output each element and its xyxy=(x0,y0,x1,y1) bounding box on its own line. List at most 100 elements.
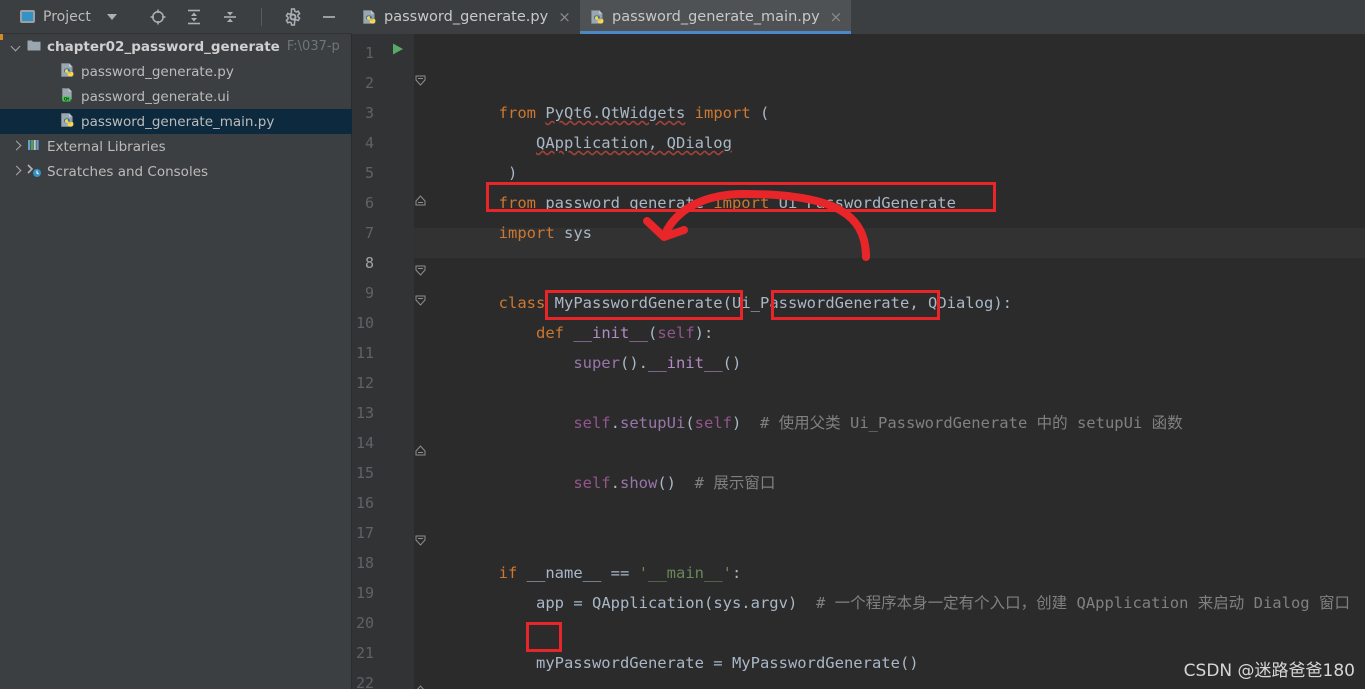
line-number-16: 16 xyxy=(355,494,374,512)
code-line-19: app = QApplication(sys.argv) # 一个程序本身一定有… xyxy=(535,594,1350,612)
tree-item-2[interactable]: Qt password_generate.ui xyxy=(0,84,352,109)
line-number-18: 18 xyxy=(355,554,374,572)
line-number-5: 5 xyxy=(364,164,374,182)
locate-target-icon[interactable] xyxy=(149,8,167,26)
project-panel-toolbar: Project xyxy=(0,0,352,34)
python-file-icon xyxy=(60,62,81,82)
token-setupui-call: setupUi xyxy=(619,414,686,432)
line-number-3: 3 xyxy=(364,104,374,122)
tree-item-label: chapter02_password_generate xyxy=(47,38,280,55)
chevron-right-icon[interactable] xyxy=(12,142,21,151)
code-editor[interactable]: from PyQt6.QtWidgets import ( QApplicati… xyxy=(393,34,1365,689)
editor-gutter[interactable]: 123456789101112131415161718192021222324 xyxy=(352,34,414,689)
code-line-21: myPasswordGenerate = MyPasswordGenerate(… xyxy=(535,654,919,672)
scratches-icon xyxy=(26,162,47,182)
code-line-4: ) xyxy=(414,128,1365,182)
line-number-8: 8 xyxy=(364,254,374,272)
folder-icon xyxy=(26,37,47,57)
pycharm-window: Project chapter02_password_generate F:\0… xyxy=(0,0,1365,689)
fold-marker-line2[interactable] xyxy=(415,75,426,86)
code-line-6: import sys xyxy=(414,188,1365,242)
fold-marker-line23[interactable] xyxy=(415,685,426,689)
fold-marker-line18[interactable] xyxy=(415,535,426,546)
watermark: CSDN @迷路爸爸180 xyxy=(1183,661,1355,681)
line-number-2: 2 xyxy=(364,74,374,92)
line-number-9: 9 xyxy=(364,284,374,302)
chevron-down-icon[interactable] xyxy=(12,42,21,51)
code-line-15: self.show() # 展示窗口 xyxy=(573,474,776,492)
editor-tab-0[interactable]: password_generate.py × xyxy=(352,0,580,34)
tree-item-4[interactable]: External Libraries xyxy=(0,134,352,159)
comment-show: # 展示窗口 xyxy=(694,474,776,492)
line-number-4: 4 xyxy=(364,134,374,152)
fold-marker-line9[interactable] xyxy=(415,265,426,276)
code-line-2: from PyQt6.QtWidgets import ( xyxy=(414,68,1365,122)
tree-item-label: External Libraries xyxy=(47,138,166,155)
project-tree[interactable]: chapter02_password_generate F:\037-p passw… xyxy=(0,34,352,184)
qt-ui-file-icon: Qt xyxy=(60,87,81,107)
editor-tab-bar: password_generate.py × password_generate_m… xyxy=(352,0,1365,34)
line-number-17: 17 xyxy=(355,524,374,542)
chevron-down-icon[interactable] xyxy=(106,13,117,20)
token-show-call: show xyxy=(619,474,658,492)
tree-item-path: F:\037-p xyxy=(286,39,340,54)
libraries-icon xyxy=(26,137,47,157)
editor-tab-1[interactable]: password_generate_main.py × xyxy=(580,0,852,34)
token-mypasswordgenerate-var: myPasswordGenerate xyxy=(535,654,704,672)
line-number-19: 19 xyxy=(355,584,374,602)
token-self-13: self xyxy=(573,414,611,432)
line-number-13: 13 xyxy=(355,404,374,422)
tree-item-label: password_generate.ui xyxy=(81,88,230,105)
project-panel-label: Project xyxy=(43,8,91,25)
chevron-right-icon[interactable] xyxy=(12,167,21,176)
fold-marker-line15[interactable] xyxy=(415,445,426,456)
token-app-var: app xyxy=(535,594,564,612)
tree-item-5[interactable]: Scratches and Consoles xyxy=(0,159,352,184)
comment-entrypoint: # 一个程序本身一定有个入口，创建 QApplication 来启动 Dialo… xyxy=(815,594,1350,612)
settings-gear-icon[interactable] xyxy=(284,7,302,26)
token-self-arg-13: self xyxy=(694,414,732,432)
python-file-icon xyxy=(590,9,606,25)
token-module-sys: sys xyxy=(564,224,592,242)
line-number-7: 7 xyxy=(364,224,374,242)
code-line-5: from password_generate import Ui_Passwor… xyxy=(414,158,1365,212)
code-line-10: def __init__(self): xyxy=(535,324,714,342)
minimize-icon[interactable] xyxy=(320,8,338,26)
code-line-18: if __name__ == '__main__': xyxy=(498,564,742,582)
tree-item-label: password_generate_main.py xyxy=(81,113,275,130)
line-number-21: 21 xyxy=(355,644,374,662)
line-number-10: 10 xyxy=(355,314,374,332)
line-number-12: 12 xyxy=(355,374,374,392)
comment-setupui: # 使用父类 Ui_PasswordGenerate 中的 setupUi 函数 xyxy=(760,414,1183,432)
svg-text:Qt: Qt xyxy=(64,96,70,101)
line-number-14: 14 xyxy=(355,434,374,452)
line-number-6: 6 xyxy=(364,194,374,212)
token-super-call: super xyxy=(573,354,620,372)
run-configuration-icon[interactable] xyxy=(392,43,404,55)
code-line-9: class MyPasswordGenerate(Ui_PasswordGene… xyxy=(498,294,1012,312)
expand-all-icon[interactable] xyxy=(185,8,203,26)
tree-item-3[interactable]: password_generate_main.py xyxy=(0,109,352,134)
line-number-20: 20 xyxy=(355,614,374,632)
project-title-button[interactable]: Project xyxy=(20,9,117,25)
fold-marker-line6[interactable] xyxy=(415,195,426,206)
tree-item-label: Scratches and Consoles xyxy=(47,163,209,180)
code-line-11: super().__init__() xyxy=(573,354,742,372)
token-init-call: __init__ xyxy=(647,354,723,372)
tree-item-0[interactable]: chapter02_password_generate F:\037-p xyxy=(0,34,352,59)
tree-item-label: password_generate.py xyxy=(81,63,234,80)
tree-item-1[interactable]: password_generate.py xyxy=(0,59,352,84)
editor-tab-label: password_generate.py xyxy=(384,9,549,25)
close-icon[interactable]: × xyxy=(830,9,843,25)
collapse-all-icon[interactable] xyxy=(221,8,239,26)
fold-marker-line10[interactable] xyxy=(415,295,426,306)
code-line-13: self.setupUi(self) # 使用父类 Ui_PasswordGen… xyxy=(573,414,1183,432)
python-file-icon xyxy=(362,9,378,25)
close-icon[interactable]: × xyxy=(558,9,571,25)
line-number-11: 11 xyxy=(355,344,374,362)
token-mypasswordgenerate-ctor: MyPasswordGenerate() xyxy=(731,654,919,672)
project-icon xyxy=(20,10,35,23)
python-file-icon xyxy=(60,112,81,132)
project-tool-window: Project chapter02_password_generate F:\0… xyxy=(0,0,352,689)
line-number-22: 22 xyxy=(355,674,374,689)
